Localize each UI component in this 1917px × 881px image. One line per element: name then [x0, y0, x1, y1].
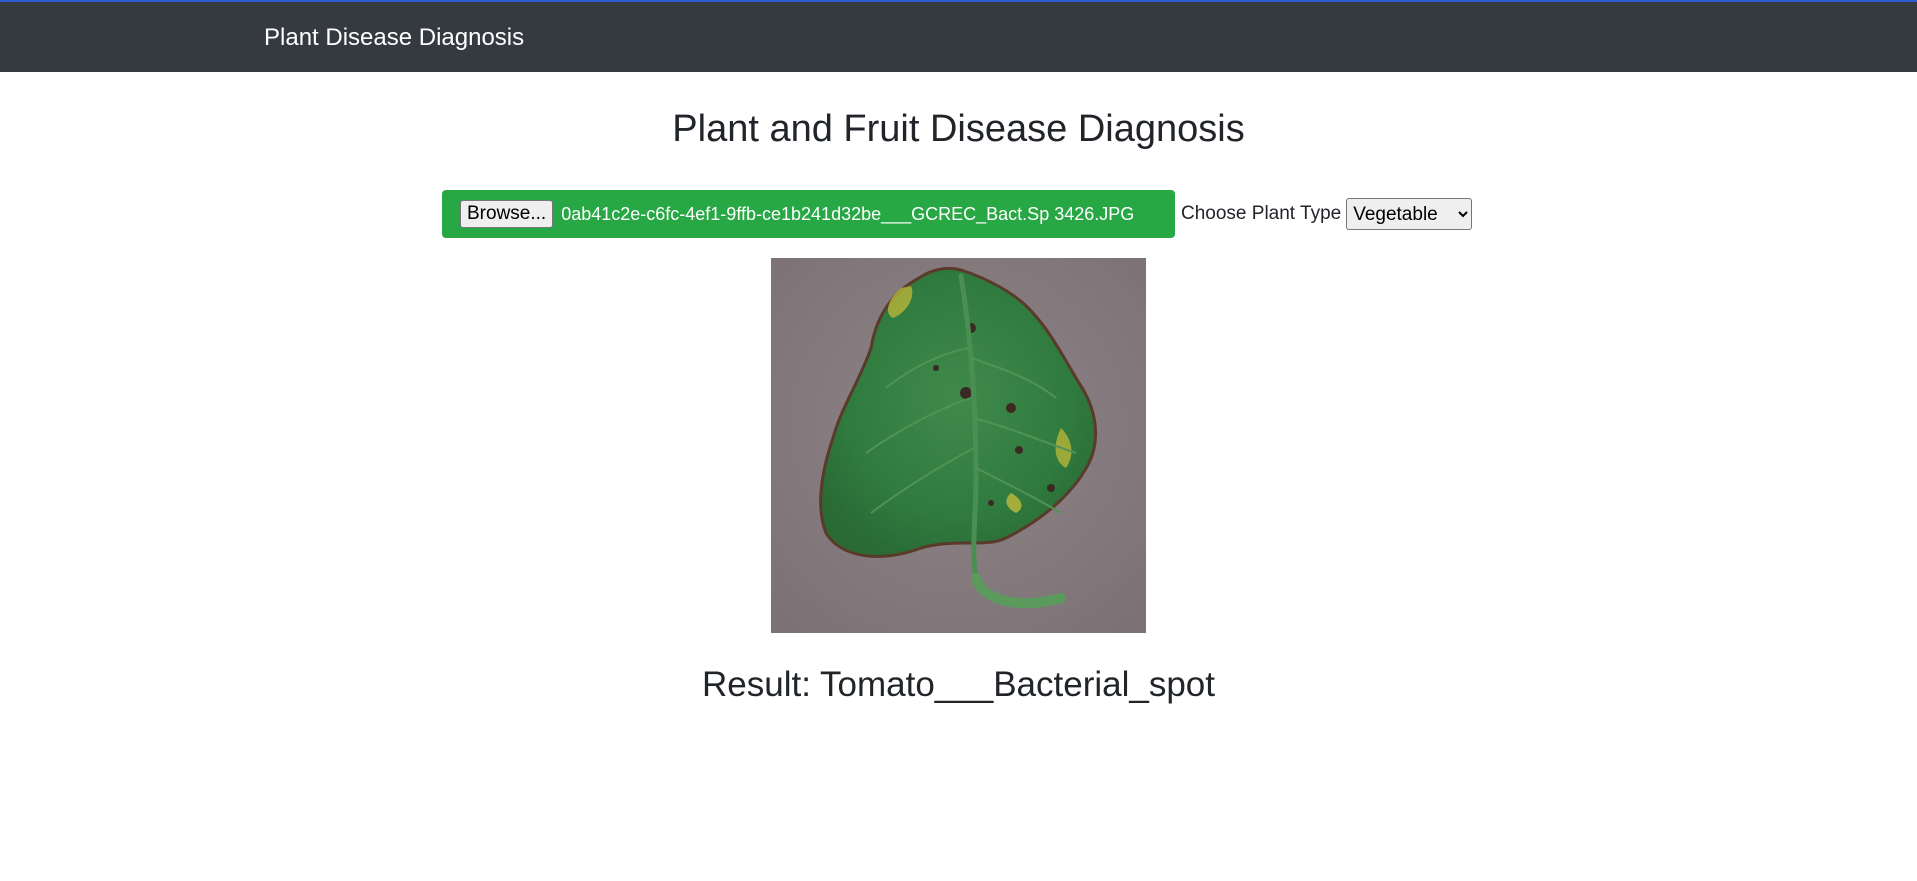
navbar: Plant Disease Diagnosis: [0, 0, 1917, 72]
page-title: Plant and Fruit Disease Diagnosis: [672, 108, 1245, 150]
file-input[interactable]: Browse... 0ab41c2e-c6fc-4ef1-9ffb-ce1b24…: [442, 190, 1175, 238]
diagnosis-result: Result: Tomato___Bacterial_spot: [702, 665, 1215, 704]
browse-button[interactable]: Browse...: [460, 200, 554, 228]
selected-file-name: 0ab41c2e-c6fc-4ef1-9ffb-ce1b241d32be___G…: [561, 203, 1135, 224]
plant-type-select[interactable]: Vegetable: [1346, 198, 1473, 230]
upload-row: Browse... 0ab41c2e-c6fc-4ef1-9ffb-ce1b24…: [442, 190, 1473, 238]
uploaded-leaf-image: [771, 258, 1146, 633]
plant-type-label: Choose Plant Type: [1181, 203, 1342, 224]
navbar-brand[interactable]: Plant Disease Diagnosis: [264, 24, 524, 52]
